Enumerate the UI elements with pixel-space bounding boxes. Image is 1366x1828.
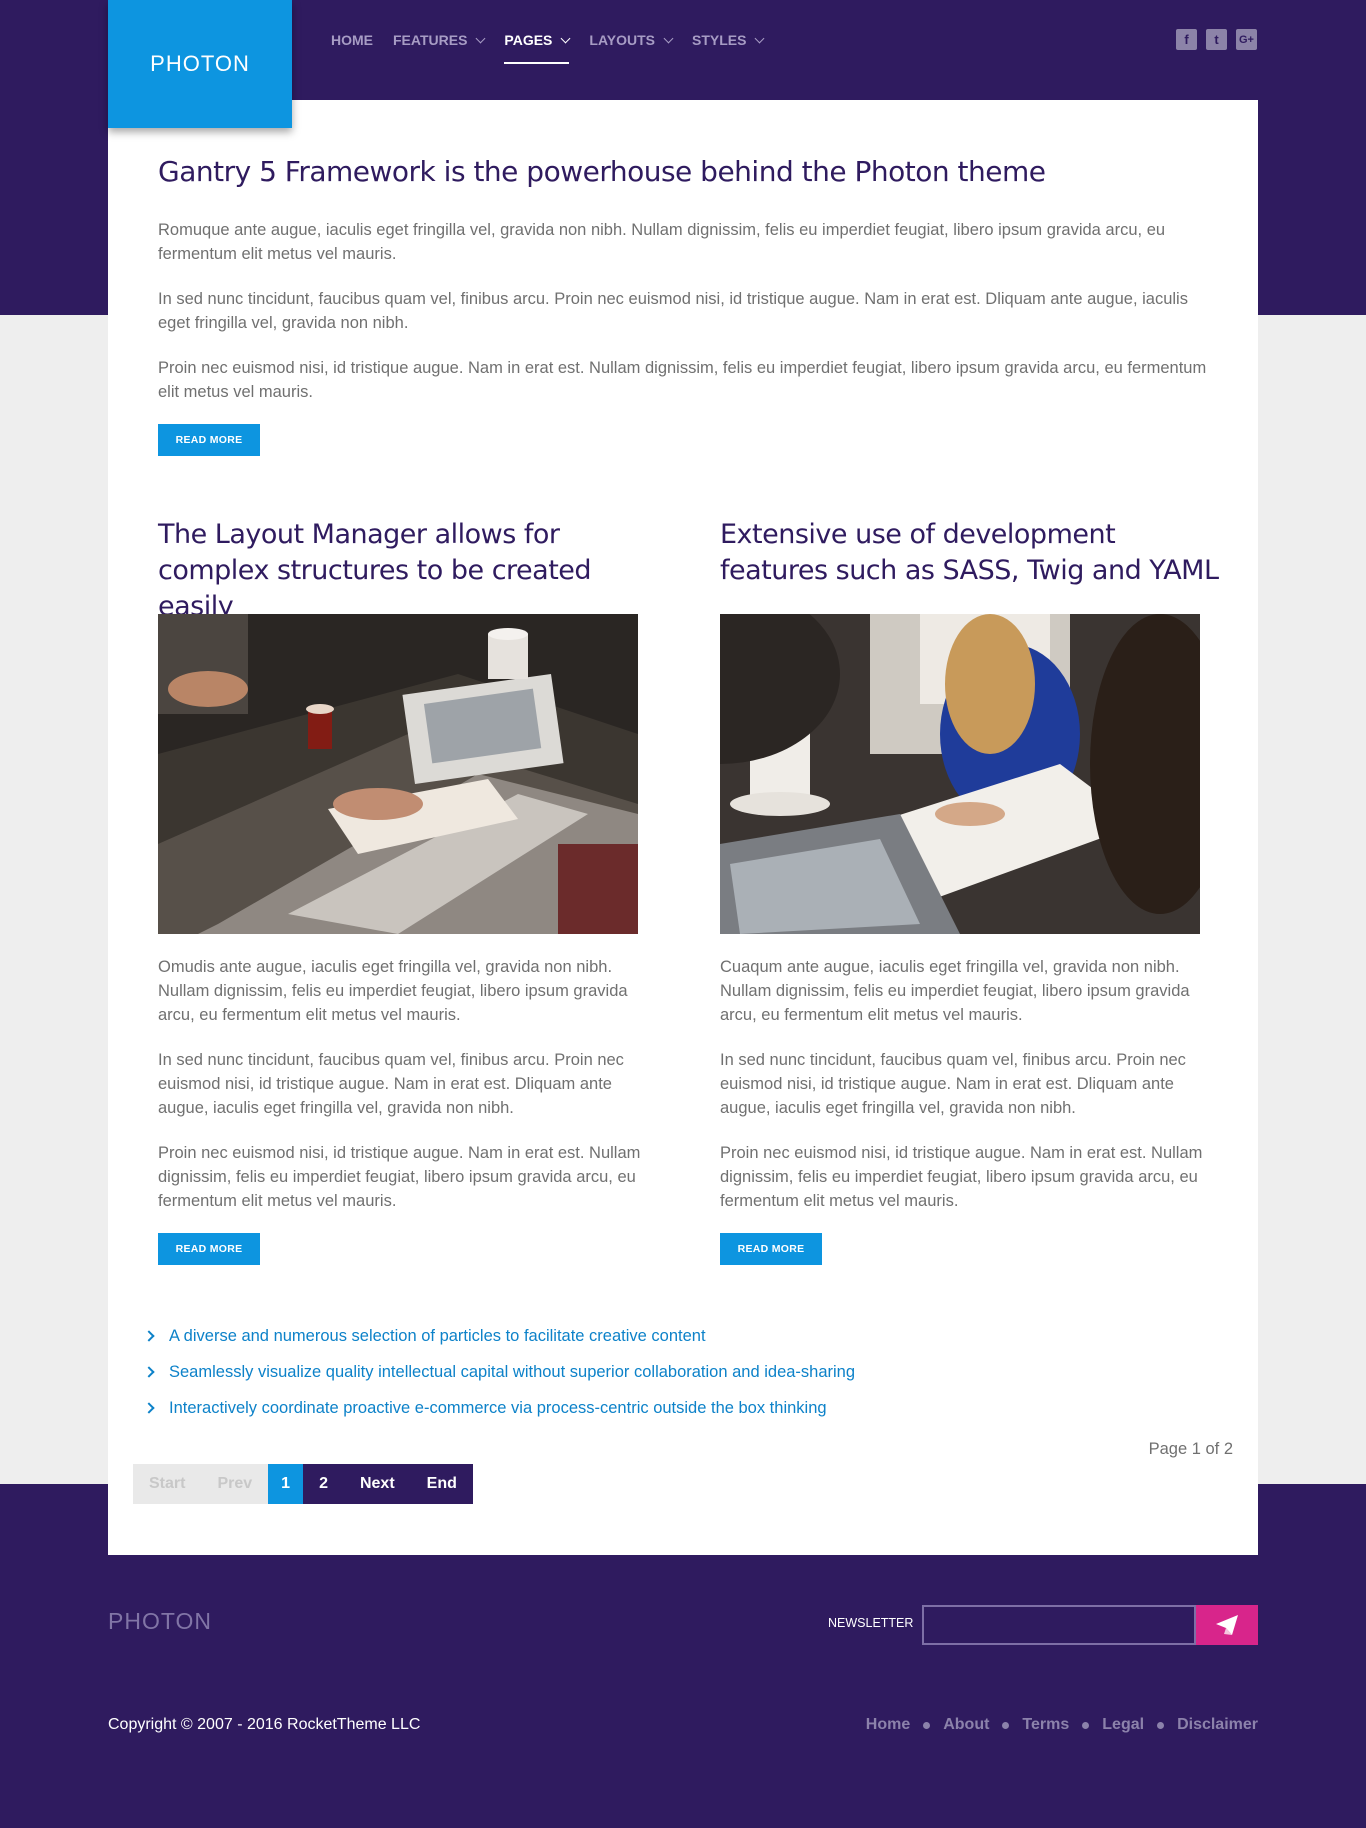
chevron-right-icon	[143, 1366, 155, 1378]
newsletter-label: NEWSLETTER	[828, 1616, 914, 1630]
nav-label: STYLES	[692, 32, 747, 48]
pagination-next[interactable]: Next	[343, 1464, 411, 1504]
nav-label: FEATURES	[393, 32, 468, 48]
nav-item-features[interactable]: FEATURES	[393, 30, 486, 50]
list-item: A diverse and numerous selection of part…	[143, 1318, 855, 1354]
pagination-page-1[interactable]: 1	[268, 1464, 304, 1504]
footer-nav: Home About Terms Legal Disclaimer	[866, 1716, 1258, 1734]
separator-dot	[1002, 1721, 1010, 1729]
list-item: Seamlessly visualize quality intellectua…	[143, 1354, 855, 1390]
column-2-title[interactable]: Extensive use of development features su…	[720, 517, 1220, 589]
twitter-icon[interactable]: t	[1206, 29, 1227, 50]
chevron-down-icon	[475, 33, 486, 43]
nav-label: PAGES	[504, 32, 553, 48]
column-1-photo	[158, 614, 638, 934]
study-group-image	[720, 614, 1200, 934]
chevron-down-icon	[560, 33, 571, 43]
column-2-paragraph: In sed nunc tincidunt, faucibus quam vel…	[720, 1051, 1186, 1117]
site-logo[interactable]: PHOTON	[108, 0, 292, 128]
logo-text: PHOTON	[150, 51, 250, 76]
column-1-read-more-button[interactable]: READ MORE	[158, 1233, 260, 1265]
list-item: Interactively coordinate proactive e-com…	[143, 1390, 855, 1426]
column-1-paragraph: Proin nec euismod nisi, id tristique aug…	[158, 1144, 641, 1210]
column-2-read-more-button[interactable]: READ MORE	[720, 1233, 822, 1265]
column-2-paragraph: Cuaqum ante augue, iaculis eget fringill…	[720, 958, 1190, 1024]
lead-paragraph: Romuque ante augue, iaculis eget fringil…	[158, 221, 1166, 263]
facebook-icon[interactable]: f	[1176, 29, 1197, 50]
nav-label: LAYOUTS	[589, 32, 656, 48]
footer-logo[interactable]: PHOTON	[108, 1608, 212, 1635]
lead-article-title[interactable]: Gantry 5 Framework is the powerhouse beh…	[158, 155, 1046, 188]
paper-plane-icon	[1216, 1615, 1238, 1635]
footer-link-terms[interactable]: Terms	[1022, 1716, 1069, 1734]
page-counter: Page 1 of 2	[1148, 1440, 1233, 1458]
article-link[interactable]: A diverse and numerous selection of part…	[169, 1327, 706, 1346]
copyright-text: Copyright © 2007 - 2016 RocketTheme LLC	[108, 1716, 421, 1733]
article-link[interactable]: Seamlessly visualize quality intellectua…	[169, 1363, 855, 1382]
footer-link-about[interactable]: About	[943, 1716, 989, 1734]
newsletter-submit-button[interactable]	[1196, 1605, 1258, 1645]
main-nav: HOME FEATURES PAGES LAYOUTS STYLES	[331, 30, 783, 64]
lead-read-more-button[interactable]: READ MORE	[158, 424, 260, 456]
footer-link-home[interactable]: Home	[866, 1716, 910, 1734]
column-1-paragraph: Omudis ante augue, iaculis eget fringill…	[158, 958, 628, 1024]
footer-link-disclaimer[interactable]: Disclaimer	[1177, 1716, 1258, 1734]
nav-item-styles[interactable]: STYLES	[692, 30, 765, 50]
separator-dot	[1082, 1721, 1090, 1729]
pagination-start: Start	[133, 1464, 202, 1504]
nav-item-layouts[interactable]: LAYOUTS	[589, 30, 674, 50]
chevron-right-icon	[143, 1330, 155, 1342]
lead-paragraph: Proin nec euismod nisi, id tristique aug…	[158, 359, 1207, 401]
separator-dot	[1157, 1721, 1165, 1729]
nav-item-home[interactable]: HOME	[331, 30, 373, 50]
more-articles-list: A diverse and numerous selection of part…	[143, 1318, 855, 1426]
lead-paragraph: In sed nunc tincidunt, faucibus quam vel…	[158, 290, 1188, 332]
nav-item-pages[interactable]: PAGES	[504, 30, 571, 64]
article-link[interactable]: Interactively coordinate proactive e-com…	[169, 1399, 827, 1418]
footer-link-legal[interactable]: Legal	[1102, 1716, 1144, 1734]
column-1-paragraph: In sed nunc tincidunt, faucibus quam vel…	[158, 1051, 624, 1117]
pagination-end[interactable]: End	[410, 1464, 473, 1504]
newsletter-email-input[interactable]	[922, 1605, 1196, 1645]
column-2-photo	[720, 614, 1200, 934]
chevron-right-icon	[143, 1402, 155, 1414]
chevron-down-icon	[663, 33, 674, 43]
chevron-down-icon	[755, 33, 765, 43]
separator-dot	[923, 1721, 931, 1729]
nav-label: HOME	[331, 32, 373, 48]
pagination-prev: Prev	[201, 1464, 269, 1504]
meeting-table-image	[158, 614, 638, 934]
pagination: Start Prev 1 2 Next End	[133, 1464, 473, 1504]
pagination-page-2[interactable]: 2	[303, 1464, 344, 1504]
social-links: f t G+	[1176, 29, 1257, 50]
google-plus-icon[interactable]: G+	[1236, 29, 1257, 50]
column-1-title[interactable]: The Layout Manager allows for complex st…	[158, 517, 658, 625]
column-2-paragraph: Proin nec euismod nisi, id tristique aug…	[720, 1144, 1203, 1210]
